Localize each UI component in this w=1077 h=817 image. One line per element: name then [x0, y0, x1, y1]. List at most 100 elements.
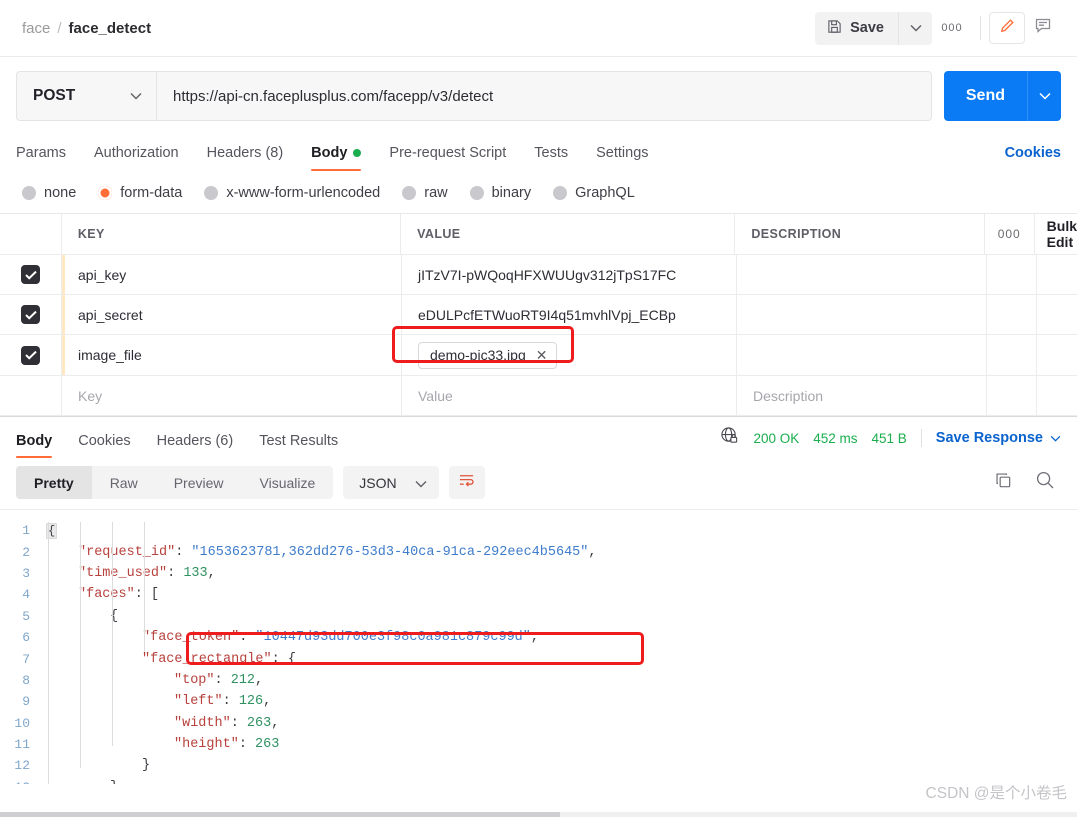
row-description-cell[interactable]	[737, 255, 987, 294]
token-k: "request_id"	[78, 544, 176, 560]
send-button[interactable]: Send	[943, 71, 1027, 121]
form-data-table: KEY VALUE DESCRIPTION 000 Bulk Edit api_…	[0, 213, 1077, 416]
token-p: ,	[207, 565, 216, 581]
tab-settings[interactable]: Settings	[596, 145, 648, 171]
row-checkbox[interactable]	[21, 265, 40, 284]
tab-pre-request-script[interactable]: Pre-request Script	[389, 145, 506, 171]
table-row-empty: Key Value Description	[0, 376, 1077, 416]
row-checkbox[interactable]	[21, 305, 40, 324]
row-key-cell[interactable]: api_key	[62, 255, 402, 294]
line-number: 8	[22, 672, 30, 688]
radio-icon	[22, 186, 36, 200]
column-header-value: VALUE	[417, 227, 461, 241]
response-language-select[interactable]: JSON	[343, 466, 439, 499]
save-button-group: Save	[815, 11, 932, 45]
send-dropdown-button[interactable]	[1027, 71, 1061, 121]
breadcrumb-current[interactable]: face_detect	[69, 20, 152, 37]
body-type-none[interactable]: none	[22, 185, 76, 201]
search-icon[interactable]	[1035, 470, 1055, 495]
row-checkbox[interactable]	[21, 345, 40, 365]
line-content: }	[46, 758, 150, 773]
scrollbar-thumb[interactable]	[0, 812, 560, 817]
body-type-graphql[interactable]: GraphQL	[553, 185, 635, 201]
row-description-cell[interactable]	[737, 295, 987, 334]
view-visualize[interactable]: Visualize	[242, 466, 334, 499]
response-tab-cookies[interactable]: Cookies	[78, 433, 130, 458]
row-options-button[interactable]	[987, 335, 1037, 375]
token-n: 212	[230, 672, 256, 688]
tab-tests[interactable]: Tests	[534, 145, 568, 171]
save-button[interactable]: Save	[815, 11, 898, 45]
word-wrap-button[interactable]	[448, 466, 485, 499]
tab-label: Test Results	[259, 433, 339, 449]
bulk-edit-button[interactable]: Bulk Edit	[1047, 218, 1077, 250]
row-value-text: jITzV7I-pWQoqHFXWUUgv312jTpS17FC	[418, 266, 677, 283]
row-value-cell-file[interactable]: demo-pic33.jpg ✕	[392, 326, 737, 375]
code-line: 8 "top": 212,	[0, 670, 1077, 691]
more-options-button[interactable]: 000	[932, 12, 972, 45]
save-dropdown-button[interactable]	[898, 11, 932, 45]
response-body-code[interactable]: 1{2 "request_id": "1653623781,362dd276-53…	[0, 510, 1077, 784]
indent-guide	[48, 522, 49, 784]
line-number: 10	[14, 715, 30, 731]
token-p: ,	[263, 694, 272, 710]
body-type-binary[interactable]: binary	[469, 185, 531, 201]
word-wrap-icon	[458, 473, 475, 492]
response-tab-headers[interactable]: Headers (6)	[157, 433, 234, 458]
save-response-button[interactable]: Save Response	[936, 430, 1061, 446]
response-tab-body[interactable]: Body	[16, 433, 53, 458]
copy-icon[interactable]	[994, 471, 1013, 495]
line-number: 2	[22, 544, 30, 560]
row-value-cell[interactable]: eDULPcfETWuoRT9I4q51mvhlVpj_ECBp	[402, 295, 737, 334]
watermark: CSDN @是个小卷毛	[925, 785, 1067, 802]
view-raw[interactable]: Raw	[92, 466, 156, 499]
row-key-cell[interactable]: api_secret	[62, 295, 402, 334]
response-tabs: Body Cookies Headers (6) Test Results 20…	[0, 416, 1077, 458]
row-value-cell[interactable]: jITzV7I-pWQoqHFXWUUgv312jTpS17FC	[402, 255, 737, 294]
tab-body[interactable]: Body	[311, 145, 362, 171]
line-number: 3	[22, 565, 30, 581]
token-s: "10447d93dd700e3f98c0a981c879c99d"	[255, 630, 531, 646]
row-options-button[interactable]	[987, 295, 1037, 334]
edit-request-button[interactable]	[989, 12, 1025, 44]
radio-label: GraphQL	[575, 185, 635, 201]
request-url-row: POST https://api-cn.faceplusplus.com/fac…	[0, 57, 1077, 133]
comments-button[interactable]	[1025, 12, 1061, 44]
token-p: :	[175, 544, 192, 560]
horizontal-scrollbar[interactable]	[0, 812, 1077, 817]
tab-authorization[interactable]: Authorization	[94, 145, 179, 171]
breadcrumb-root[interactable]: face	[22, 20, 50, 37]
body-type-urlencoded[interactable]: x-www-form-urlencoded	[204, 185, 380, 201]
body-modified-dot-icon	[353, 149, 362, 157]
line-content: "request_id": "1653623781,362dd276-53d3-…	[46, 545, 597, 560]
row-description-cell[interactable]	[737, 335, 987, 375]
view-preview[interactable]: Preview	[156, 466, 242, 499]
selected-file-name: demo-pic33.jpg	[430, 347, 526, 363]
token-k: "face_rectangle"	[142, 651, 272, 667]
token-p: }	[142, 758, 151, 774]
line-number: 7	[22, 651, 30, 667]
empty-value-cell[interactable]: Value	[402, 376, 737, 415]
selected-file-chip[interactable]: demo-pic33.jpg ✕	[418, 341, 558, 369]
row-options-button[interactable]	[987, 255, 1037, 294]
http-method-select[interactable]: POST	[16, 71, 156, 121]
row-options-button[interactable]	[987, 376, 1037, 415]
table-options-button[interactable]: 000	[985, 214, 1035, 254]
request-url-input[interactable]: https://api-cn.faceplusplus.com/facepp/v…	[156, 71, 932, 121]
body-type-raw[interactable]: raw	[402, 185, 448, 201]
tab-headers[interactable]: Headers (8)	[207, 145, 284, 171]
body-type-form-data[interactable]: form-data	[98, 185, 182, 201]
response-tab-test-results[interactable]: Test Results	[259, 433, 338, 458]
row-checkbox-cell	[0, 376, 62, 415]
cookies-link[interactable]: Cookies	[1005, 145, 1061, 171]
view-pretty[interactable]: Pretty	[16, 466, 92, 499]
token-n: 263	[246, 715, 272, 731]
token-n: 263	[255, 737, 280, 753]
row-key-cell[interactable]: image_file	[62, 335, 402, 375]
empty-key-cell[interactable]: Key	[62, 376, 402, 415]
remove-file-icon[interactable]: ✕	[536, 347, 548, 364]
body-type-radio-group: none form-data x-www-form-urlencoded raw…	[0, 171, 1077, 213]
empty-description-cell[interactable]: Description	[737, 376, 987, 415]
line-number: 6	[22, 630, 30, 646]
tab-params[interactable]: Params	[16, 145, 66, 171]
